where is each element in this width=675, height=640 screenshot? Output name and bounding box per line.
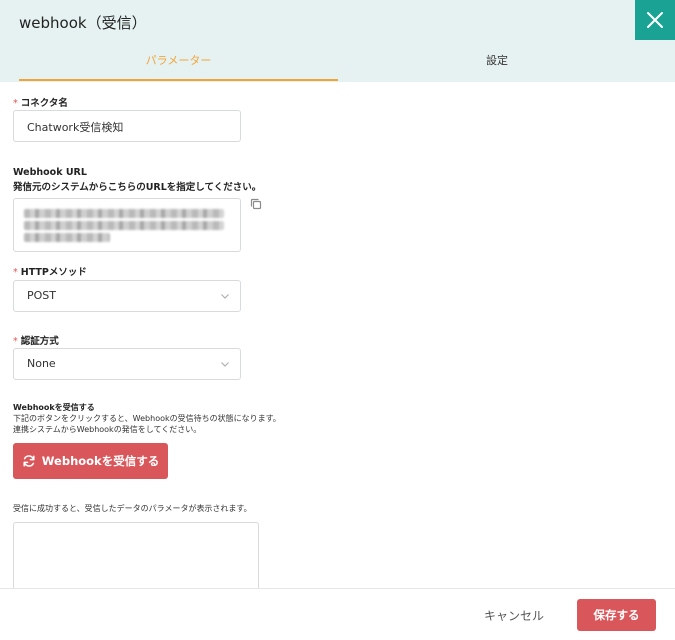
webhook-url-description: 発信元のシステムからこちらのURLを指定してください。: [13, 182, 262, 193]
copy-icon[interactable]: [250, 198, 262, 210]
http-method-select[interactable]: POST: [13, 280, 241, 312]
webhook-url-field[interactable]: [13, 198, 241, 252]
result-description: 受信に成功すると、受信したデータのパラメータが表示されます。: [13, 504, 252, 513]
auth-method-select[interactable]: None: [13, 348, 241, 380]
tab-parameters[interactable]: パラメーター: [19, 52, 338, 68]
connector-name-input[interactable]: Chatwork受信検知: [13, 110, 241, 142]
http-method-label: * HTTPメソッド: [13, 267, 87, 278]
active-tab-indicator: [19, 79, 338, 81]
dialog-header: webhook（受信） パラメーター 設定: [0, 0, 675, 82]
save-button[interactable]: 保存する: [577, 599, 656, 631]
close-button[interactable]: [635, 0, 675, 40]
receive-webhook-description-2: 連携システムからWebhookの発信をしてください。: [13, 425, 202, 434]
http-method-value: POST: [27, 289, 56, 302]
connector-name-label: * コネクタ名: [13, 98, 68, 109]
tab-settings[interactable]: 設定: [338, 52, 656, 68]
connector-name-value: Chatwork受信検知: [27, 121, 124, 134]
chevron-down-icon: [221, 294, 229, 299]
close-icon: [647, 12, 663, 28]
receive-webhook-description-1: 下記のボタンをクリックすると、Webhookの受信待ちの状態になります。: [13, 414, 281, 423]
dialog-title: webhook（受信）: [19, 14, 147, 32]
receive-webhook-label: Webhookを受信する: [13, 403, 95, 412]
required-mark: *: [13, 98, 18, 109]
receive-webhook-button-label: Webhookを受信する: [41, 454, 160, 468]
chevron-down-icon: [221, 362, 229, 367]
dialog-footer: キャンセル 保存する: [0, 588, 675, 640]
refresh-icon: [23, 455, 35, 467]
auth-method-value: None: [27, 357, 56, 370]
receive-webhook-button[interactable]: Webhookを受信する: [13, 443, 168, 479]
form-content[interactable]: * コネクタ名 Chatwork受信検知 Webhook URL 発信元のシステム…: [0, 82, 675, 588]
auth-method-label: * 認証方式: [13, 336, 59, 347]
cancel-button[interactable]: キャンセル: [470, 599, 558, 631]
result-textarea[interactable]: [13, 522, 259, 588]
webhook-url-label: Webhook URL: [13, 167, 87, 178]
